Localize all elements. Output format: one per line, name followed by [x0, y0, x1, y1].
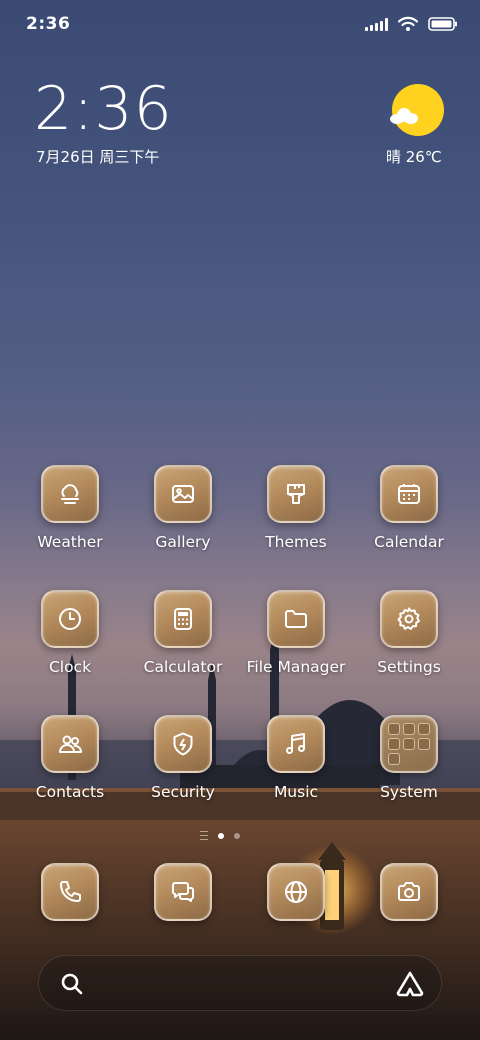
app-contacts[interactable]: Contacts — [15, 715, 125, 801]
status-bar-time: 2:36 — [26, 14, 71, 34]
image-icon — [172, 485, 194, 503]
signal-icon — [365, 17, 388, 31]
app-calculator[interactable]: Calculator — [128, 590, 238, 676]
assistant-icon[interactable] — [395, 970, 425, 998]
messages-icon — [172, 882, 194, 902]
app-music[interactable]: Music — [241, 715, 351, 801]
shield-icon — [173, 732, 193, 756]
clock-widget-date: 7月26日 周三下午 — [36, 148, 160, 166]
app-file-manager[interactable]: File Manager — [241, 590, 351, 676]
app-clock[interactable]: Clock — [15, 590, 125, 676]
crescent-moon — [220, 347, 242, 380]
app-security[interactable]: Security — [128, 715, 238, 801]
page-indicator-menu-icon — [200, 831, 208, 840]
contacts-icon — [59, 735, 83, 753]
music-note-icon — [286, 733, 305, 754]
page-indicator[interactable] — [200, 831, 240, 840]
app-label: Music — [273, 783, 319, 801]
weather-condition-temp: 晴 26℃ — [386, 148, 442, 166]
camera-icon — [398, 882, 420, 901]
search-bar[interactable] — [38, 955, 442, 1011]
clock-widget-time[interactable]: 2:36 — [34, 76, 173, 142]
calculator-icon — [174, 608, 192, 630]
search-icon[interactable] — [59, 971, 85, 997]
weather-cloud-icon — [61, 484, 79, 504]
app-settings[interactable]: Settings — [354, 590, 464, 676]
clock-icon — [59, 608, 81, 630]
page-dot-active — [218, 832, 224, 839]
app-label: Settings — [377, 658, 441, 676]
dock-messages[interactable] — [128, 863, 238, 921]
status-bar-icons — [365, 15, 458, 33]
phone-icon — [60, 881, 81, 902]
app-label: File Manager — [246, 658, 346, 676]
app-label: Security — [151, 783, 215, 801]
app-themes[interactable]: Themes — [241, 465, 351, 551]
browser-globe-icon — [285, 881, 307, 903]
folder-grid-icon — [388, 723, 430, 765]
dock-phone[interactable] — [15, 863, 125, 921]
app-label: Calendar — [374, 533, 444, 551]
app-folder-system[interactable]: System — [354, 715, 464, 801]
calendar-icon — [398, 484, 420, 504]
app-label: Weather — [37, 533, 103, 551]
battery-icon — [428, 17, 457, 31]
app-label: Gallery — [155, 533, 211, 551]
app-label: Calculator — [143, 658, 223, 676]
app-label: Contacts — [35, 783, 105, 801]
app-label: Themes — [265, 533, 327, 551]
app-calendar[interactable]: Calendar — [354, 465, 464, 551]
paintbrush-icon — [287, 484, 305, 504]
dock-browser[interactable] — [241, 863, 351, 921]
app-gallery[interactable]: Gallery — [128, 465, 238, 551]
gear-icon — [397, 607, 420, 630]
app-label: Clock — [48, 658, 92, 676]
folder-icon — [285, 610, 307, 628]
sun-cloud-icon[interactable] — [390, 84, 444, 136]
wifi-icon — [398, 16, 418, 31]
dock-camera[interactable] — [354, 863, 464, 921]
app-label: System — [380, 783, 438, 801]
app-weather[interactable]: Weather — [15, 465, 125, 551]
page-dot — [234, 832, 240, 839]
